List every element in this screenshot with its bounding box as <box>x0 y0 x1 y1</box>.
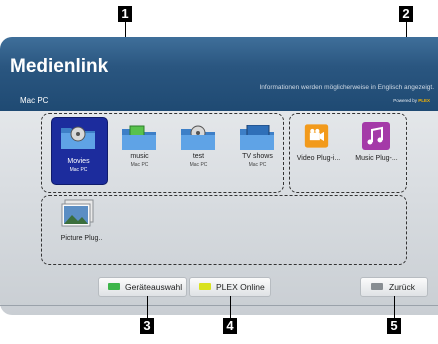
divider <box>0 305 438 306</box>
device-select-label: Geräteauswahl <box>125 282 183 292</box>
plex-online-button[interactable]: PLEX Online <box>189 277 271 297</box>
callout-3: 3 <box>140 318 154 334</box>
tile-sublabel: Mac PC <box>248 162 267 168</box>
tile-video-plugin[interactable]: Video Plug-i... <box>292 119 345 179</box>
callout-4: 4 <box>223 318 237 334</box>
callout-5: 5 <box>387 318 401 334</box>
plex-online-label: PLEX Online <box>216 282 265 292</box>
header-bar: Medienlink Informationen werden mögliche… <box>0 37 438 111</box>
back-key-icon <box>371 283 383 290</box>
callout-3-line <box>147 296 148 318</box>
page-title: Medienlink <box>10 56 109 77</box>
tile-label: Movies <box>67 158 90 165</box>
yellow-key-icon <box>199 283 211 290</box>
language-note: Informationen werden möglicherweise in E… <box>259 84 434 91</box>
tile-label: music <box>130 153 149 160</box>
test-folder-icon <box>181 125 215 150</box>
back-button[interactable]: Zurück <box>360 277 428 297</box>
tile-sublabel: Mac PC <box>69 167 88 173</box>
music-folder-icon <box>122 125 156 150</box>
tile-tv-shows[interactable]: TV shows Mac PC <box>231 119 284 179</box>
tile-sublabel: Mac PC <box>189 162 208 168</box>
tile-label: Picture Plug.. <box>60 235 103 242</box>
tv-folder-icon <box>240 125 274 150</box>
tile-label: Music Plug-... <box>355 155 398 162</box>
green-key-icon <box>108 283 120 290</box>
music-plugin-icon <box>362 122 390 150</box>
movies-folder-icon <box>61 126 95 149</box>
content-grid: Movies Mac PC music Mac PC test Mac PC T… <box>0 111 438 265</box>
tile-test[interactable]: test Mac PC <box>172 119 225 179</box>
tile-movies[interactable]: Movies Mac PC <box>52 118 107 184</box>
back-label: Zurück <box>389 282 415 292</box>
tile-label: TV shows <box>242 153 273 160</box>
powered-by: Powered by PLEX <box>393 98 430 103</box>
tile-sublabel: Mac PC <box>130 162 149 168</box>
tile-label: test <box>192 153 205 160</box>
server-name: Mac PC <box>20 96 49 105</box>
video-plugin-icon <box>304 124 329 148</box>
callout-5-line <box>394 296 395 318</box>
callout-2: 2 <box>399 6 413 22</box>
tile-picture-plugin[interactable]: Picture Plug.. <box>55 197 108 257</box>
tile-music-plugin[interactable]: Music Plug-... <box>350 119 403 179</box>
tile-music[interactable]: music Mac PC <box>113 119 166 179</box>
plex-logo: PLEX <box>418 98 430 103</box>
picture-plugin-icon <box>61 199 94 227</box>
powered-prefix: Powered by <box>393 98 417 103</box>
callout-4-line <box>230 296 231 318</box>
device-select-button[interactable]: Geräteauswahl <box>98 277 187 297</box>
button-bar: Geräteauswahl PLEX Online Zurück <box>0 277 438 301</box>
callout-1: 1 <box>118 6 132 22</box>
tile-label: Video Plug-i... <box>296 155 341 162</box>
